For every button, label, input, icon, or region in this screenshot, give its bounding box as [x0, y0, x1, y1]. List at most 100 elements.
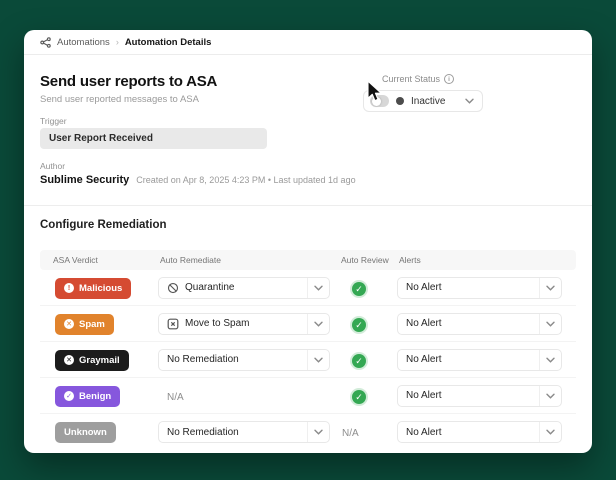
- chevron-down-icon: [539, 277, 561, 298]
- select-value-area: No Remediation: [159, 422, 307, 442]
- approved-check-icon[interactable]: ✓: [352, 282, 366, 296]
- select-value-area: No Alert: [398, 386, 539, 406]
- author-row: Sublime Security Created on Apr 8, 2025 …: [40, 174, 356, 186]
- select-value-area: No Alert: [398, 314, 539, 334]
- breadcrumb: Automations › Automation Details: [24, 30, 592, 55]
- select-value: No Remediation: [167, 426, 239, 438]
- verdict-badge-spam: ✕ Spam: [55, 313, 114, 335]
- alerts-cell: No Alert: [397, 384, 576, 407]
- automation-icon: [40, 36, 51, 48]
- chevron-down-icon: [307, 277, 329, 298]
- status-dropdown[interactable]: Inactive: [363, 90, 483, 112]
- alerts-dropdown[interactable]: No Alert: [397, 312, 562, 335]
- chevron-down-icon: [539, 385, 561, 406]
- column-header-auto-review: Auto Review: [341, 255, 389, 265]
- chevron-down-icon: [307, 422, 329, 442]
- info-icon[interactable]: i: [444, 74, 455, 84]
- verdict-label: Graymail: [79, 354, 120, 366]
- select-value: No Alert: [406, 282, 442, 293]
- alert-circle-icon: !: [64, 283, 74, 293]
- chevron-down-icon: [307, 349, 329, 370]
- author-name: Sublime Security: [40, 174, 130, 186]
- chevron-down-icon: [307, 313, 329, 334]
- page-title: Send user reports to ASA: [40, 73, 218, 90]
- auto-remediate-dropdown[interactable]: No Remediation: [158, 348, 330, 371]
- select-value-area: No Remediation: [159, 350, 307, 370]
- breadcrumb-item-automations[interactable]: Automations: [57, 37, 110, 48]
- author-meta: Created on Apr 8, 2025 4:23 PM • Last up…: [136, 175, 356, 185]
- auto-review-cell: ✓: [341, 315, 397, 333]
- alerts-dropdown[interactable]: No Alert: [397, 276, 562, 299]
- select-value: No Alert: [406, 390, 442, 401]
- select-value-area: Quarantine: [159, 278, 307, 298]
- approved-check-icon[interactable]: ✓: [352, 390, 366, 404]
- select-value: No Alert: [406, 354, 442, 365]
- verdict-cell: ✕ Spam: [40, 313, 158, 335]
- table-row: ✓ Benign N/A ✓ No Alert: [40, 378, 576, 414]
- check-circle-icon: ✓: [64, 391, 74, 401]
- verdict-cell: ✕ Graymail: [40, 349, 158, 371]
- auto-remediate-cell: Move to Spam: [158, 312, 341, 335]
- select-value: No Remediation: [167, 354, 239, 365]
- x-circle-icon: ✕: [64, 319, 74, 329]
- alerts-cell: No Alert: [397, 348, 576, 371]
- status-toggle[interactable]: [370, 95, 389, 107]
- verdict-label: Unknown: [64, 426, 107, 438]
- alerts-dropdown[interactable]: No Alert: [397, 421, 562, 443]
- auto-remediate-cell: No Remediation: [158, 348, 341, 371]
- breadcrumb-item-automation-details: Automation Details: [124, 36, 212, 48]
- table-header-row: ASA Verdict Auto Remediate Auto Review A…: [40, 250, 576, 270]
- verdict-cell: ! Malicious: [40, 277, 158, 299]
- configure-remediation-title: Configure Remediation: [40, 219, 167, 231]
- inactive-dot-icon: [396, 97, 404, 105]
- column-header-auto-remediate: Auto Remediate: [160, 255, 221, 265]
- current-status-label: Current Status: [382, 74, 441, 84]
- column-header-alerts: Alerts: [399, 255, 421, 265]
- table-row: ! Malicious Quarantine ✓ No Alert: [40, 270, 576, 306]
- select-value-area: No Alert: [398, 422, 539, 442]
- remediation-rows: ! Malicious Quarantine ✓ No Alert ✕ Spam Move t…: [40, 270, 576, 450]
- verdict-label: Benign: [79, 390, 112, 402]
- trigger-label: Trigger: [40, 116, 67, 126]
- automation-details-card: Automations › Automation Details Send us…: [24, 30, 592, 453]
- status-value: Inactive: [411, 95, 446, 107]
- trigger-field[interactable]: User Report Received: [40, 128, 267, 149]
- verdict-badge-malicious: ! Malicious: [55, 277, 132, 299]
- author-label: Author: [40, 161, 66, 171]
- auto-remediate-cell: N/A: [158, 387, 341, 405]
- block-icon: [167, 282, 179, 294]
- verdict-badge-unknown: Unknown: [55, 421, 116, 443]
- table-row: ✕ Graymail No Remediation ✓ No Alert: [40, 342, 576, 378]
- auto-remediate-dropdown[interactable]: No Remediation: [158, 421, 330, 443]
- chevron-down-icon: [539, 422, 561, 442]
- alerts-cell: No Alert: [397, 312, 576, 335]
- select-value: No Alert: [406, 318, 442, 329]
- alerts-dropdown[interactable]: No Alert: [397, 384, 562, 407]
- auto-remediate-dropdown[interactable]: Quarantine: [158, 276, 330, 299]
- auto-review-cell: ✓: [341, 351, 397, 369]
- select-value: Move to Spam: [185, 318, 250, 329]
- auto-remediate-dropdown[interactable]: Move to Spam: [158, 312, 330, 335]
- select-value-area: No Alert: [398, 350, 539, 370]
- verdict-label: Spam: [79, 318, 105, 330]
- approved-check-icon[interactable]: ✓: [352, 354, 366, 368]
- table-row: ✕ Spam Move to Spam ✓ No Alert: [40, 306, 576, 342]
- current-status-label-row: Current Status i: [382, 74, 455, 84]
- auto-review-na: N/A: [342, 428, 359, 439]
- section-divider: [24, 205, 592, 206]
- alerts-cell: No Alert: [397, 421, 576, 443]
- verdict-label: Malicious: [79, 282, 123, 294]
- app-background: Automations › Automation Details Send us…: [0, 0, 616, 480]
- select-value-area: Move to Spam: [159, 314, 307, 334]
- table-row: Unknown No Remediation N/A No Alert: [40, 414, 576, 450]
- auto-review-cell: ✓: [341, 279, 397, 297]
- select-value: Quarantine: [185, 282, 235, 293]
- verdict-badge-graymail: ✕ Graymail: [55, 349, 129, 371]
- verdict-cell: ✓ Benign: [40, 385, 158, 407]
- alerts-dropdown[interactable]: No Alert: [397, 348, 562, 371]
- verdict-badge-benign: ✓ Benign: [55, 385, 121, 407]
- select-value: No Alert: [406, 426, 442, 438]
- approved-check-icon[interactable]: ✓: [352, 318, 366, 332]
- verdict-cell: Unknown: [40, 421, 158, 443]
- auto-review-cell: N/A: [341, 423, 397, 441]
